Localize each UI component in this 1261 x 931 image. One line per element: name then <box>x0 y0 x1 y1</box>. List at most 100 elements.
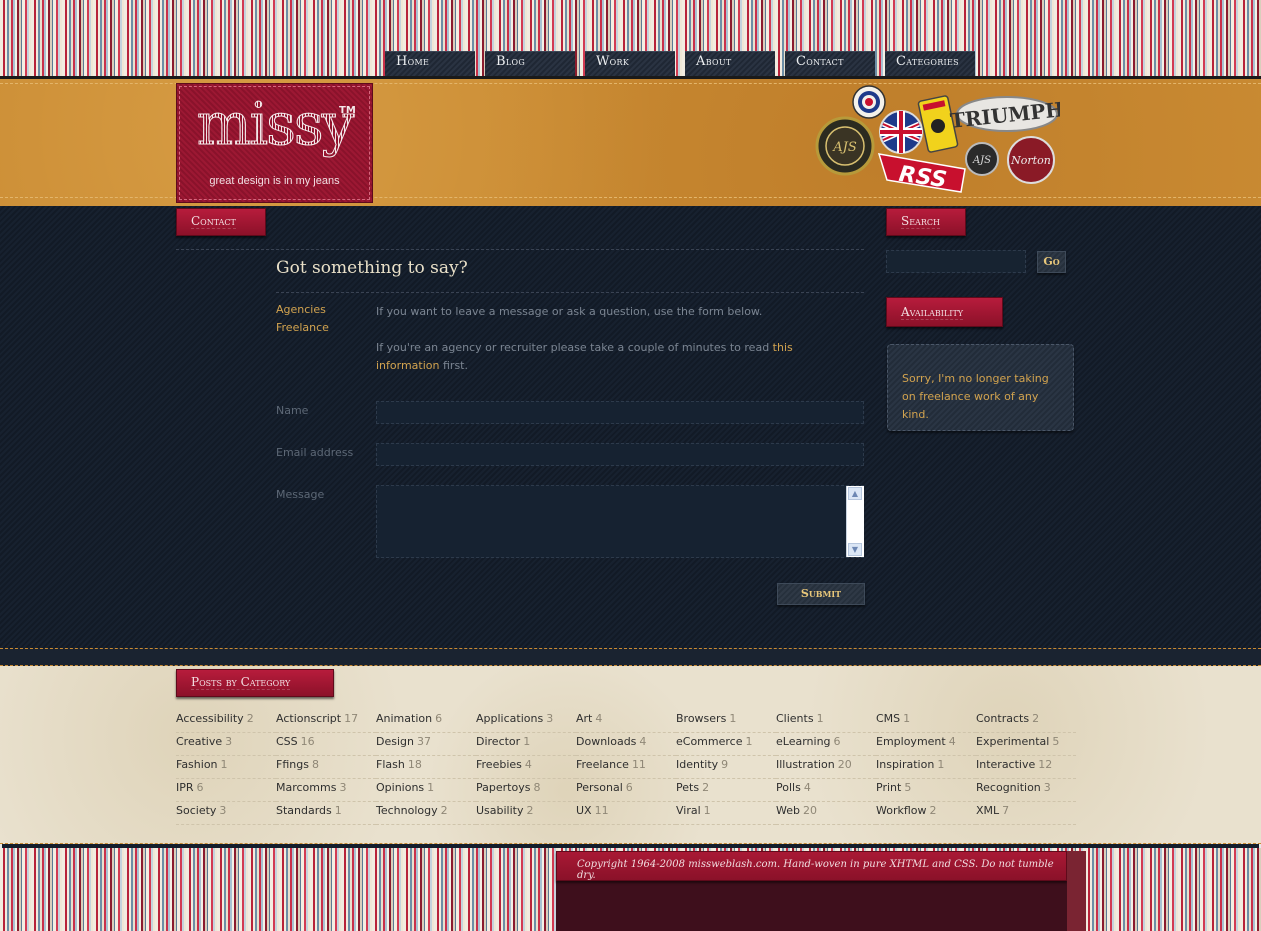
category-link[interactable]: Standards <box>276 804 332 817</box>
category-link[interactable]: Contracts <box>976 712 1029 725</box>
category-link[interactable]: Identity <box>676 758 718 771</box>
category-count: 4 <box>524 758 532 771</box>
category-link[interactable]: eCommerce <box>676 735 742 748</box>
category-count: 4 <box>803 781 811 794</box>
svg-text:RSS: RSS <box>897 162 948 193</box>
section-title-search-label: Search <box>901 214 940 229</box>
category-item: Marcomms 3 <box>276 779 376 802</box>
category-item: Workflow 2 <box>876 802 976 825</box>
nav-home[interactable]: Home <box>385 51 475 76</box>
category-link[interactable]: Viral <box>676 804 701 817</box>
category-link[interactable]: Pets <box>676 781 699 794</box>
category-item: IPR 6 <box>176 779 276 802</box>
category-link[interactable]: Creative <box>176 735 222 748</box>
category-link[interactable]: Accessibility <box>176 712 244 725</box>
category-link[interactable]: XML <box>976 804 999 817</box>
category-item: Ffings 8 <box>276 756 376 779</box>
nav-blog[interactable]: Blog <box>485 51 575 76</box>
category-link[interactable]: Print <box>876 781 901 794</box>
union-jack-icon <box>879 110 923 154</box>
category-link[interactable]: Animation <box>376 712 432 725</box>
nav-work[interactable]: Work <box>585 51 675 76</box>
message-field[interactable] <box>376 485 864 558</box>
category-count: 3 <box>1043 781 1051 794</box>
category-count: 3 <box>339 781 347 794</box>
category-link[interactable]: Web <box>776 804 800 817</box>
category-link[interactable]: Marcomms <box>276 781 336 794</box>
submit-button[interactable]: Submit <box>777 583 865 605</box>
category-link[interactable]: Inspiration <box>876 758 934 771</box>
sidebar-link-agencies[interactable]: Agencies <box>276 303 326 316</box>
category-link[interactable]: Downloads <box>576 735 636 748</box>
category-count: 4 <box>948 735 956 748</box>
category-count: 8 <box>533 781 541 794</box>
category-link[interactable]: Workflow <box>876 804 927 817</box>
category-count: 20 <box>802 804 817 817</box>
category-link[interactable]: CMS <box>876 712 900 725</box>
category-link[interactable]: Personal <box>576 781 623 794</box>
scroll-up-icon[interactable]: ▲ <box>848 487 862 500</box>
category-link[interactable]: Usability <box>476 804 524 817</box>
search-input[interactable] <box>886 250 1026 273</box>
nav-categories[interactable]: Categories <box>885 51 975 76</box>
category-item: Art 4 <box>576 710 676 733</box>
logo-tagline: great design is in my jeans <box>209 175 340 187</box>
category-item: Freebies 4 <box>476 756 576 779</box>
category-link[interactable]: Interactive <box>976 758 1035 771</box>
category-count: 1 <box>729 712 737 725</box>
category-link[interactable]: Society <box>176 804 216 817</box>
category-link[interactable]: Polls <box>776 781 801 794</box>
badge-cluster: AJS TRIUMPH AJS Norton RSS <box>815 84 1065 194</box>
category-link[interactable]: Clients <box>776 712 814 725</box>
category-link[interactable]: Illustration <box>776 758 835 771</box>
email-field[interactable] <box>376 443 864 466</box>
category-item: Recognition 3 <box>976 779 1076 802</box>
category-link[interactable]: Director <box>476 735 520 748</box>
category-count: 12 <box>1038 758 1053 771</box>
category-count: 2 <box>1032 712 1040 725</box>
category-link[interactable]: Applications <box>476 712 543 725</box>
category-link[interactable]: Technology <box>376 804 438 817</box>
category-link[interactable]: UX <box>576 804 592 817</box>
category-link[interactable]: Opinions <box>376 781 424 794</box>
site-logo[interactable]: missy TM great design is in my jeans <box>176 83 373 203</box>
category-count: 1 <box>220 758 228 771</box>
category-link[interactable]: Ffings <box>276 758 309 771</box>
category-count: 2 <box>246 712 254 725</box>
scroll-down-icon[interactable]: ▼ <box>848 543 862 556</box>
category-count: 8 <box>311 758 319 771</box>
category-link[interactable]: Freebies <box>476 758 522 771</box>
category-link[interactable]: Actionscript <box>276 712 341 725</box>
category-count: 1 <box>703 804 711 817</box>
page-title: Got something to say? <box>276 258 468 278</box>
category-link[interactable]: Freelance <box>576 758 629 771</box>
section-title-availability-label: Availability <box>901 305 964 320</box>
category-link[interactable]: Art <box>576 712 592 725</box>
category-count: 37 <box>416 735 431 748</box>
category-link[interactable]: Flash <box>376 758 405 771</box>
category-link[interactable]: eLearning <box>776 735 831 748</box>
category-link[interactable]: IPR <box>176 781 194 794</box>
sidebar-link-freelance[interactable]: Freelance <box>276 321 329 334</box>
category-link[interactable]: Recognition <box>976 781 1041 794</box>
category-item: Freelance 11 <box>576 756 676 779</box>
category-link[interactable]: Fashion <box>176 758 218 771</box>
search-go-button[interactable]: Go <box>1037 251 1066 273</box>
category-item: XML 7 <box>976 802 1076 825</box>
category-link[interactable]: Papertoys <box>476 781 530 794</box>
name-field[interactable] <box>376 401 864 424</box>
category-link[interactable]: Experimental <box>976 735 1049 748</box>
svg-text:AJS: AJS <box>832 140 857 155</box>
category-link[interactable]: Design <box>376 735 414 748</box>
message-scrollbar[interactable]: ▲ ▼ <box>846 486 864 557</box>
nav-contact[interactable]: Contact <box>785 51 875 76</box>
category-link[interactable]: CSS <box>276 735 298 748</box>
nav-about[interactable]: About <box>685 51 775 76</box>
category-link[interactable]: Employment <box>876 735 946 748</box>
logo-trademark: TM <box>339 105 356 116</box>
category-count: 4 <box>639 735 647 748</box>
category-link[interactable]: Browsers <box>676 712 726 725</box>
category-item: Usability 2 <box>476 802 576 825</box>
category-count: 7 <box>1002 804 1010 817</box>
category-count: 2 <box>702 781 710 794</box>
